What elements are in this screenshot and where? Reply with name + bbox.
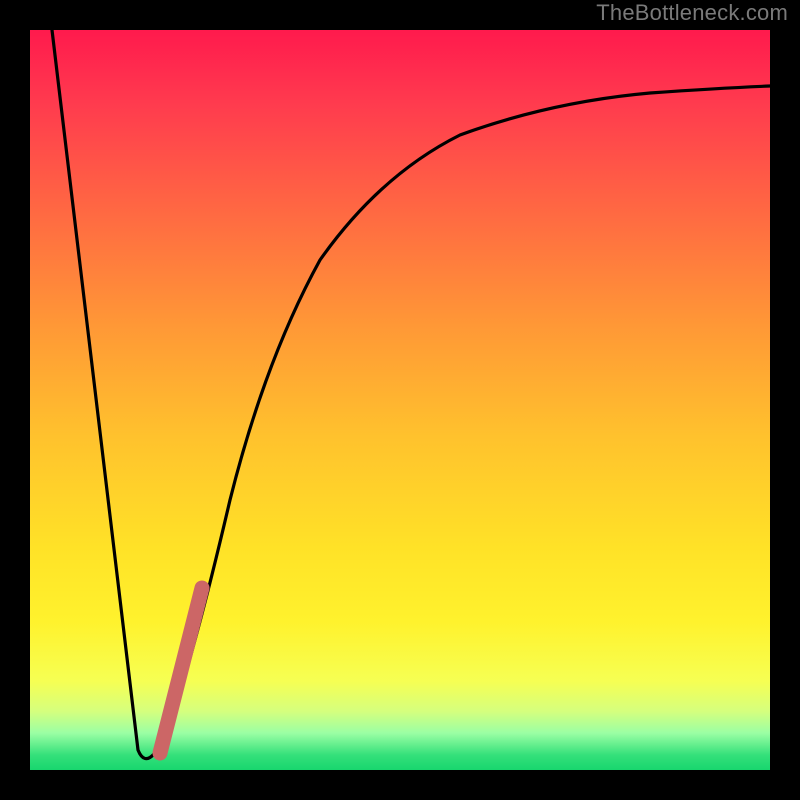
curve-layer <box>30 30 770 770</box>
accent-segment <box>160 588 202 753</box>
plot-area <box>30 30 770 770</box>
chart-frame: TheBottleneck.com <box>0 0 800 800</box>
bottleneck-curve <box>52 30 770 759</box>
watermark-text: TheBottleneck.com <box>596 0 788 26</box>
